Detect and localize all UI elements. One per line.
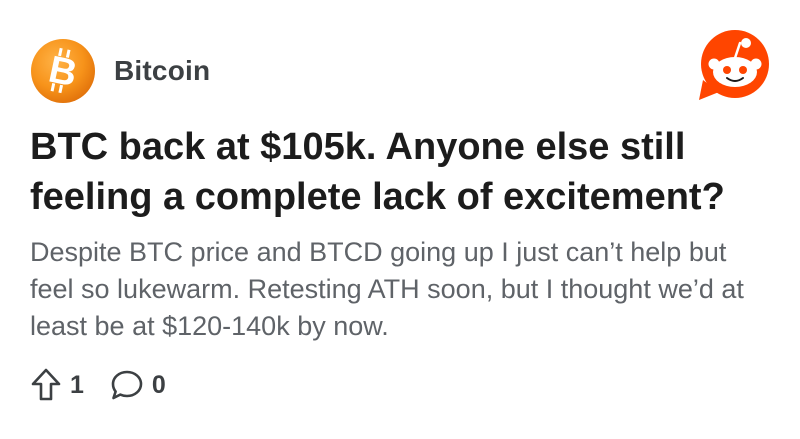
comment-count: 0 bbox=[151, 370, 166, 399]
post-title[interactable]: BTC back at $105k. Anyone else still fee… bbox=[30, 122, 775, 222]
reddit-snoo-icon bbox=[699, 30, 769, 100]
upvote-count: 1 bbox=[70, 370, 84, 399]
post-card[interactable]: B Bitcoin BTC back at $105k. Anyone else… bbox=[0, 0, 800, 439]
comments-button[interactable]: 0 bbox=[110, 369, 166, 401]
comment-bubble-icon[interactable] bbox=[110, 369, 144, 401]
post-body: Despite BTC price and BTCD going up I ju… bbox=[30, 237, 744, 341]
post-actions: 1 0 bbox=[30, 368, 166, 402]
post-header: B Bitcoin bbox=[30, 38, 210, 104]
upvote-button[interactable]: 1 bbox=[30, 368, 84, 402]
upvote-arrow-icon[interactable] bbox=[30, 368, 62, 402]
bitcoin-logo-icon[interactable]: B bbox=[30, 38, 96, 104]
subreddit-name[interactable]: Bitcoin bbox=[114, 55, 210, 87]
